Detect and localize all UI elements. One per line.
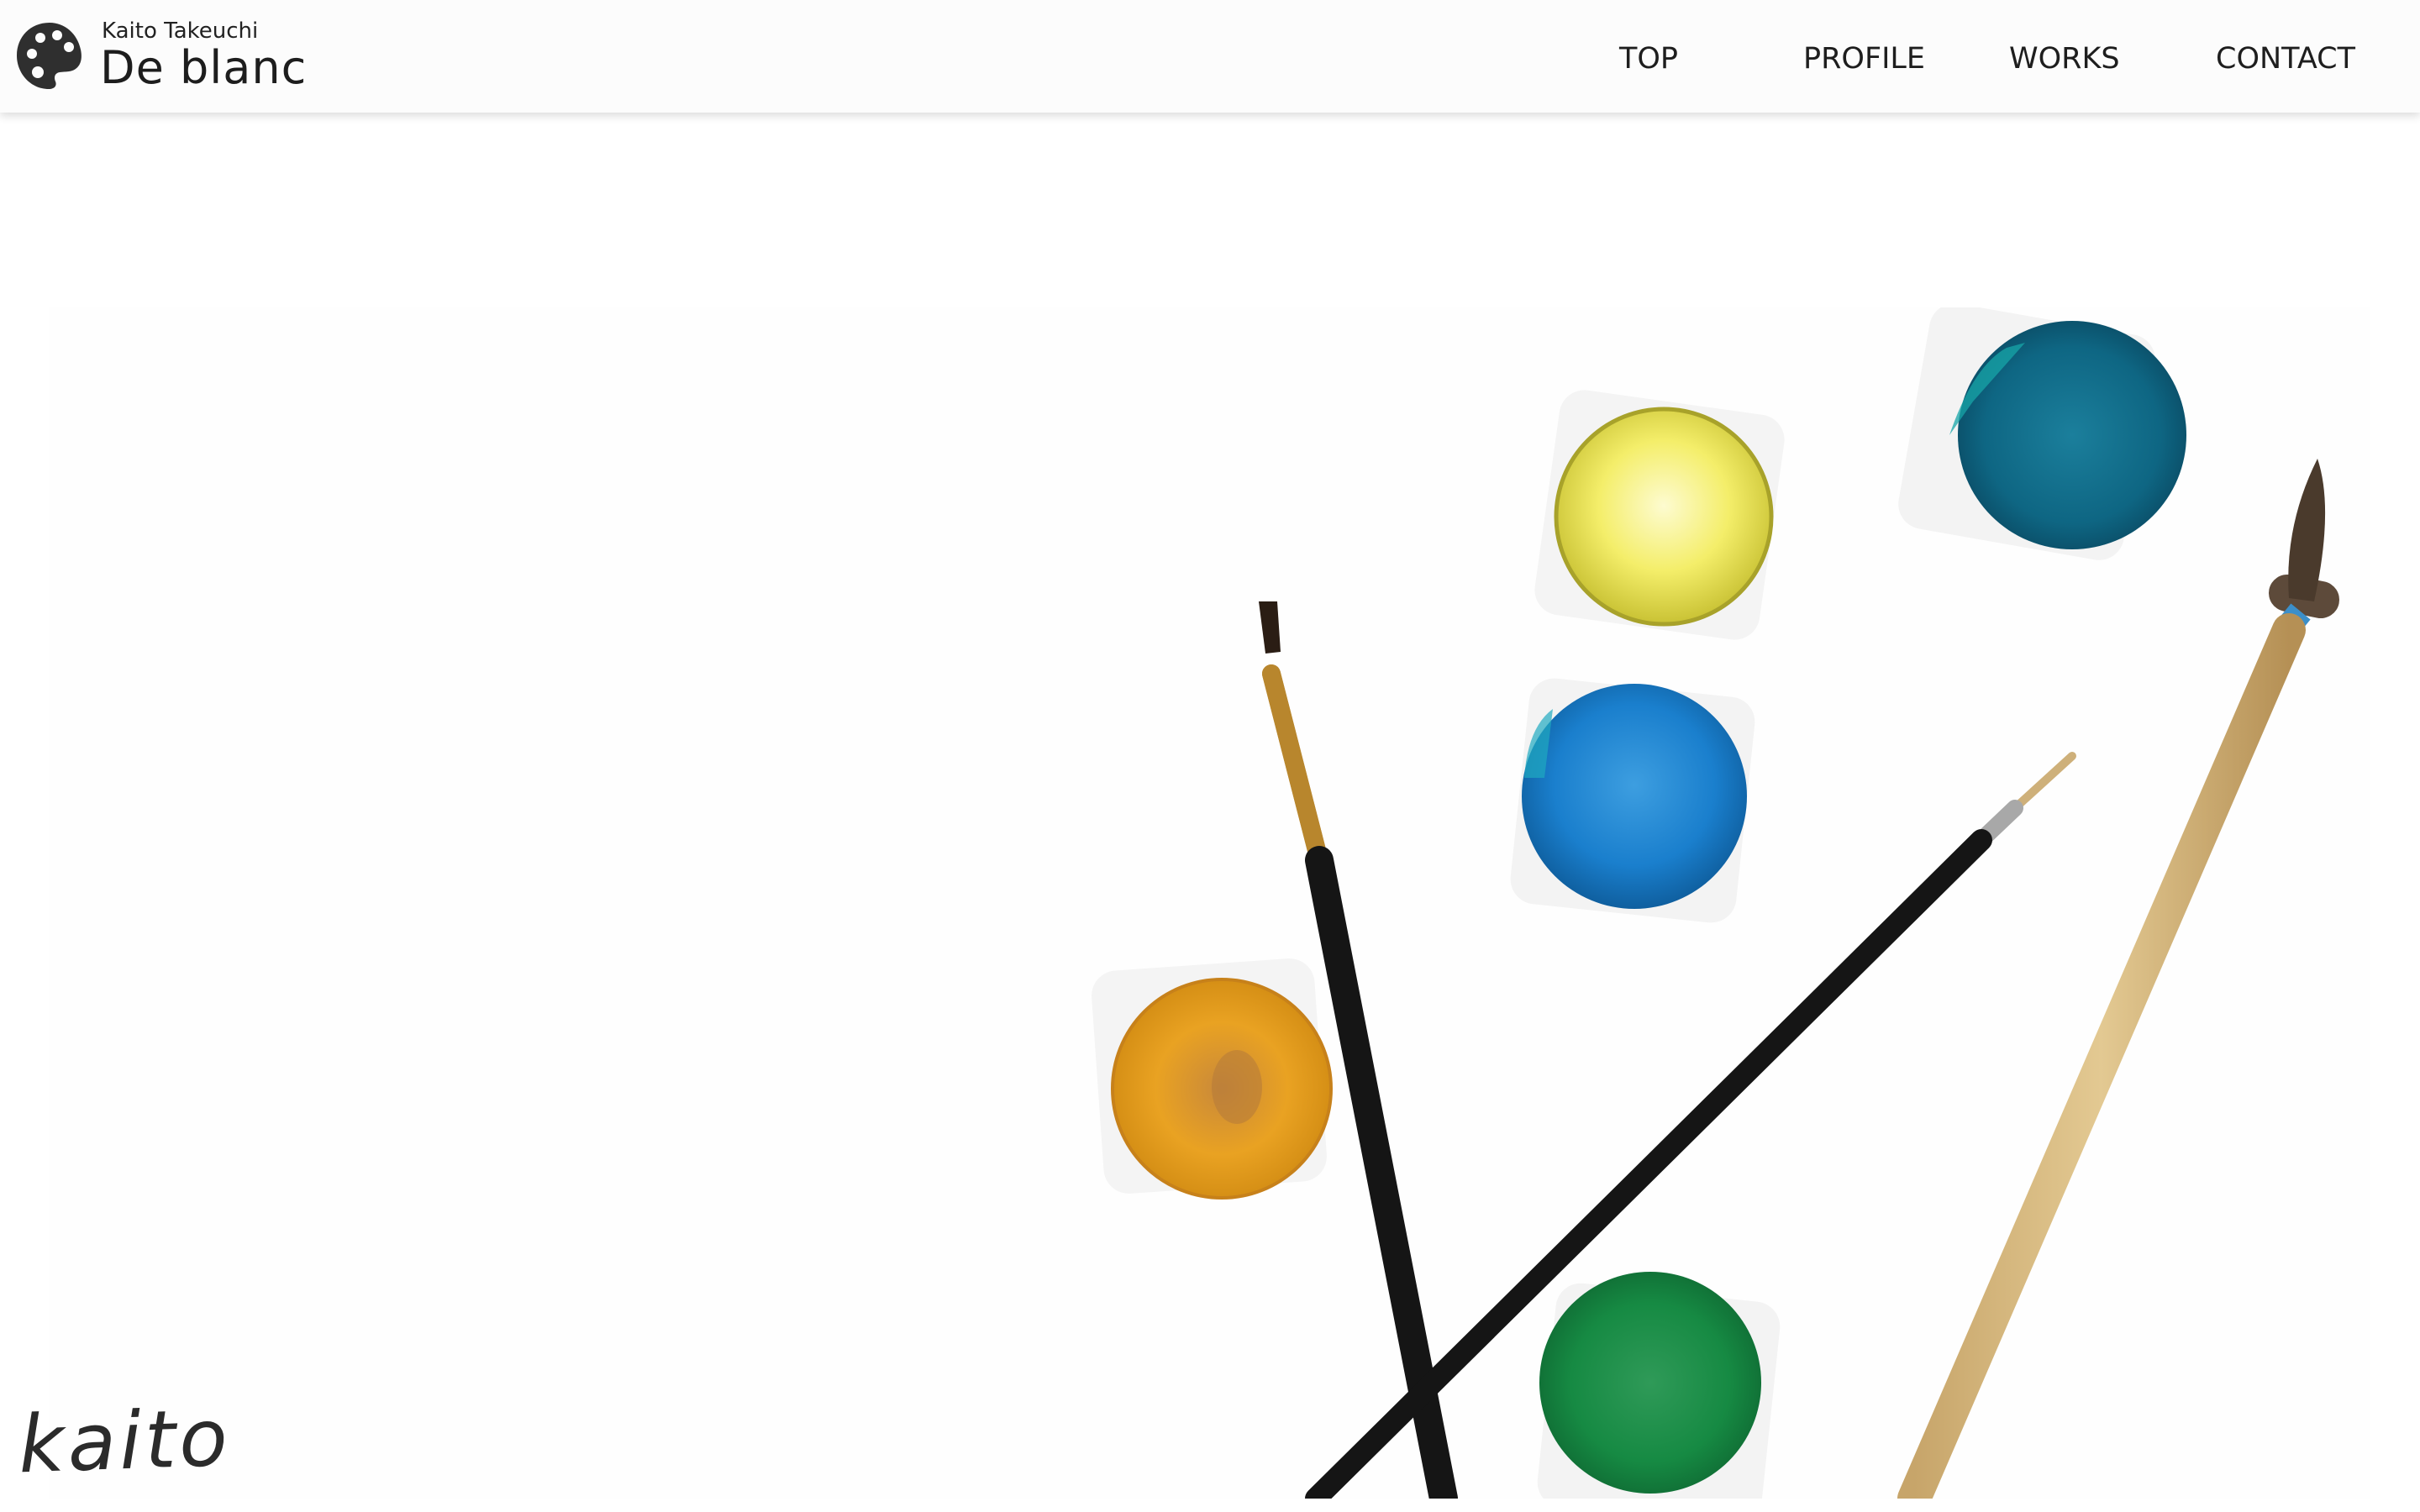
palette-icon[interactable] bbox=[15, 20, 84, 92]
nav-link-contact[interactable]: CONTACT bbox=[2216, 42, 2355, 76]
nav-link-top[interactable]: TOP bbox=[1619, 42, 1678, 76]
signature: kaito bbox=[17, 1392, 233, 1492]
nav-link-profile[interactable]: PROFILE bbox=[1803, 42, 1925, 76]
nav-link-works[interactable]: WORKS bbox=[2009, 42, 2120, 76]
site-header: Kaito Takeuchi De blanc TOP PROFILE WORK… bbox=[0, 0, 2420, 113]
hero-image bbox=[49, 307, 2370, 1499]
owner-name: Kaito Takeuchi bbox=[102, 18, 259, 44]
site-title[interactable]: De blanc bbox=[100, 41, 307, 94]
